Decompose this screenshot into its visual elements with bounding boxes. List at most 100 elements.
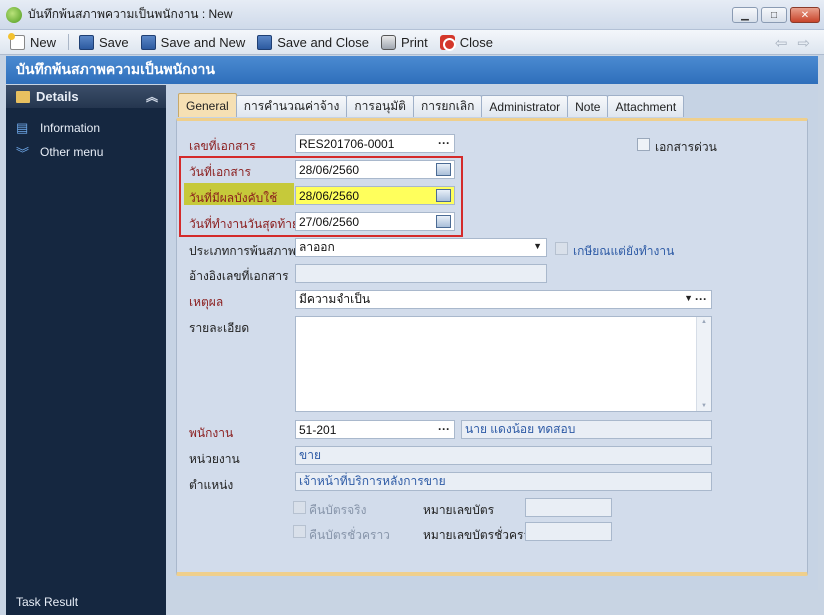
temp-card-no-label: หมายเลขบัตรชั่วคราว bbox=[423, 528, 537, 542]
ellipsis-icon[interactable]: ··· bbox=[438, 136, 450, 150]
tab-cancellation[interactable]: การยกเลิก bbox=[412, 95, 483, 117]
unit-value: ขาย bbox=[299, 448, 321, 462]
unit-field: ขาย bbox=[295, 446, 712, 465]
last-work-date-field[interactable]: 27/06/2560 bbox=[295, 212, 455, 231]
page-header: บันทึกพ้นสภาพความเป็นพนักงาน bbox=[6, 56, 818, 84]
return-card-label: คืนบัตรจริง bbox=[309, 503, 367, 517]
employee-name-value: นาย แดงน้อย ทดสอบ bbox=[465, 422, 576, 436]
calendar-icon[interactable] bbox=[436, 163, 451, 176]
urgent-checkbox[interactable] bbox=[637, 138, 650, 151]
employee-name-field: นาย แดงน้อย ทดสอบ bbox=[461, 420, 712, 439]
next-arrow-icon[interactable]: ⇨ bbox=[797, 34, 810, 52]
sidebar-item-label: Information bbox=[40, 121, 101, 135]
last-work-date-value: 27/06/2560 bbox=[299, 214, 360, 229]
doc-no-label: เลขที่เอกสาร bbox=[189, 139, 256, 153]
sidebar-item-label: Other menu bbox=[40, 145, 104, 159]
detail-scrollbar[interactable] bbox=[696, 317, 711, 411]
sidebar-section-label: Details bbox=[36, 89, 79, 104]
calendar-icon[interactable] bbox=[436, 215, 451, 228]
retire-working-label: เกษียณแต่ยังทำงาน bbox=[573, 244, 675, 258]
ellipsis-icon[interactable]: ··· bbox=[695, 292, 707, 306]
new-document-icon bbox=[8, 32, 25, 50]
new-button[interactable]: New bbox=[8, 32, 57, 50]
power-close-icon bbox=[439, 34, 456, 51]
resign-type-select[interactable]: ลาออก ▼ bbox=[295, 238, 547, 257]
print-button[interactable]: Print bbox=[381, 34, 428, 50]
dropdown-arrow-icon[interactable]: ▼ bbox=[533, 241, 542, 251]
tab-approval[interactable]: การอนุมัติ bbox=[346, 95, 414, 117]
employee-label: พนักงาน bbox=[189, 426, 234, 440]
window-title-bar: บันทึกพ้นสภาพความเป็นพนักงาน : New ▁ □ ✕ bbox=[0, 0, 824, 30]
tab-administrator[interactable]: Administrator bbox=[481, 95, 569, 117]
sidebar-item-information[interactable]: ▤ Information bbox=[6, 116, 166, 140]
dropdown-arrow-icon[interactable]: ▼ bbox=[684, 293, 693, 303]
info-icon: ▤ bbox=[16, 120, 29, 135]
doc-no-field[interactable]: RES201706-0001 ··· bbox=[295, 134, 455, 153]
print-label: Print bbox=[401, 34, 428, 50]
main-content: General การคำนวณค่าจ้าง การอนุมัติ การยก… bbox=[166, 85, 818, 590]
position-label: ตำแหน่ง bbox=[189, 478, 234, 492]
previous-arrow-icon[interactable]: ⇦ bbox=[775, 34, 788, 52]
ref-doc-label: อ้างอิงเลขที่เอกสาร bbox=[189, 269, 289, 283]
effective-date-value: 28/06/2560 bbox=[299, 188, 360, 203]
return-temp-card-checkbox[interactable] bbox=[293, 525, 306, 538]
minimize-button[interactable]: ▁ bbox=[732, 7, 758, 23]
doc-date-field[interactable]: 28/06/2560 bbox=[295, 160, 455, 179]
calendar-icon[interactable] bbox=[436, 189, 451, 202]
return-temp-card-label: คืนบัตรชั่วคราว bbox=[309, 528, 390, 542]
book-icon bbox=[16, 90, 30, 103]
temp-card-no-field bbox=[525, 522, 612, 541]
tab-wage-calculation[interactable]: การคำนวณค่าจ้าง bbox=[235, 95, 348, 117]
save-button[interactable]: Save bbox=[79, 34, 129, 50]
tab-attachment[interactable]: Attachment bbox=[607, 95, 685, 117]
reason-label: เหตุผล bbox=[189, 295, 224, 309]
save-close-icon bbox=[257, 34, 273, 50]
sidebar-item-other-menu[interactable]: ︾ Other menu bbox=[6, 140, 166, 164]
urgent-label: เอกสารด่วน bbox=[655, 140, 717, 154]
general-panel: เลขที่เอกสาร RES201706-0001 ··· เอกสารด่… bbox=[176, 118, 808, 576]
close-window-button[interactable]: ✕ bbox=[790, 7, 820, 23]
page-title: บันทึกพ้นสภาพความเป็นพนักงาน bbox=[16, 61, 215, 77]
resign-type-value: ลาออก bbox=[299, 240, 335, 254]
card-no-field bbox=[525, 498, 612, 517]
reason-value: มีความจำเป็น bbox=[299, 292, 371, 306]
unit-label: หน่วยงาน bbox=[189, 452, 240, 466]
collapse-chevron-icon[interactable]: ︽ bbox=[146, 88, 158, 105]
doc-date-value: 28/06/2560 bbox=[299, 162, 360, 177]
app-logo-icon bbox=[6, 6, 22, 23]
doc-no-value: RES201706-0001 bbox=[299, 136, 395, 151]
position-field: เจ้าหน้าที่บริการหลังการขาย bbox=[295, 472, 712, 491]
employee-code-field[interactable]: 51-201 ··· bbox=[295, 420, 455, 439]
retire-working-checkbox[interactable] bbox=[555, 242, 568, 255]
sidebar-header-details[interactable]: Details ︽ bbox=[6, 85, 166, 108]
save-and-new-button[interactable]: Save and New bbox=[140, 34, 246, 50]
detail-label: รายละเอียด bbox=[189, 321, 250, 335]
ellipsis-icon[interactable]: ··· bbox=[438, 422, 450, 436]
close-button[interactable]: Close bbox=[439, 34, 493, 51]
toolbar-separator bbox=[68, 34, 70, 50]
effective-date-field[interactable]: 28/06/2560 bbox=[295, 186, 455, 205]
window-title: บันทึกพ้นสภาพความเป็นพนักงาน : New bbox=[28, 7, 233, 21]
close-label: Close bbox=[459, 34, 493, 50]
tab-note[interactable]: Note bbox=[567, 95, 609, 117]
last-work-date-label: วันที่ทำงานวันสุดท้าย bbox=[189, 217, 300, 231]
floppy-disk-icon bbox=[79, 34, 95, 50]
new-label: New bbox=[30, 34, 57, 50]
save-and-close-button[interactable]: Save and Close bbox=[257, 34, 369, 50]
tab-general[interactable]: General bbox=[178, 93, 237, 117]
return-card-checkbox[interactable] bbox=[293, 501, 306, 514]
doc-date-label: วันที่เอกสาร bbox=[189, 165, 251, 179]
card-no-label: หมายเลขบัตร bbox=[423, 503, 495, 517]
save-label: Save bbox=[99, 34, 129, 50]
effective-date-label: วันที่มีผลบังคับใช้ bbox=[189, 191, 278, 205]
toolbar: New Save Save and New Save and Close Pri… bbox=[0, 30, 824, 55]
save-and-new-label: Save and New bbox=[160, 34, 246, 50]
maximize-button[interactable]: □ bbox=[761, 7, 787, 23]
sidebar: Details ︽ ▤ Information ︾ Other menu Tas… bbox=[6, 85, 166, 615]
printer-icon bbox=[381, 34, 396, 50]
position-value: เจ้าหน้าที่บริการหลังการขาย bbox=[299, 474, 446, 488]
task-result-label[interactable]: Task Result bbox=[16, 595, 78, 609]
detail-textarea[interactable] bbox=[295, 316, 712, 412]
tab-bar: General การคำนวณค่าจ้าง การอนุมัติ การยก… bbox=[178, 93, 685, 117]
reason-select[interactable]: มีความจำเป็น ▼ ··· bbox=[295, 290, 712, 309]
